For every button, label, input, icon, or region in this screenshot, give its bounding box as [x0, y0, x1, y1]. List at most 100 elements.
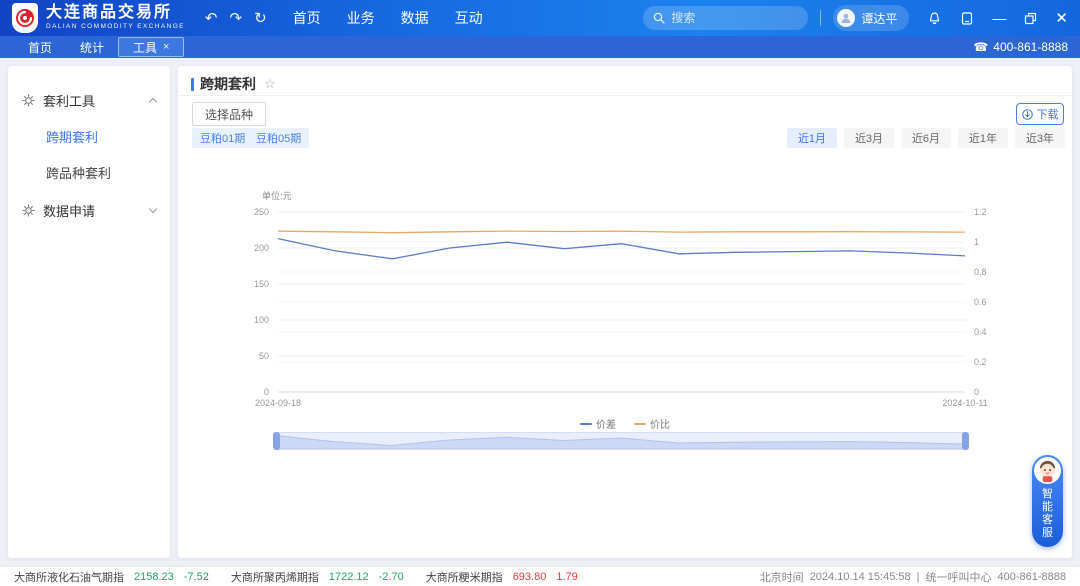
datazoom-handle-right[interactable]: [962, 432, 969, 450]
brand-subtitle: DALIAN COMMODITY EXCHANGE: [46, 24, 185, 31]
restore-icon[interactable]: [1024, 12, 1037, 25]
forward-icon[interactable]: ↷: [229, 9, 242, 27]
x-axis-end-label: 2024-10-11: [942, 398, 987, 408]
sidebar-item-label: 跨期套利: [46, 127, 98, 146]
phone-icon: ☎: [973, 40, 988, 54]
hotline-number: 400-861-8888: [993, 40, 1068, 54]
right-axis-tick: 0.2: [974, 357, 987, 367]
left-axis-tick: 50: [259, 351, 269, 361]
datazoom-slider[interactable]: [275, 432, 967, 450]
gear-icon: [22, 204, 35, 217]
right-axis-tick: 1: [974, 237, 979, 247]
tab-close-icon[interactable]: ×: [163, 41, 169, 53]
refresh-icon[interactable]: ↻: [254, 9, 267, 27]
chevron-down-icon: [149, 205, 157, 213]
beijing-time-value: 2024.10.14 15:45:58: [810, 571, 911, 583]
avatar: [837, 9, 855, 27]
download-button[interactable]: 下载: [1016, 103, 1064, 125]
tab-tools[interactable]: 工具 ×: [118, 37, 184, 57]
sidebar-group-label: 套利工具: [43, 91, 95, 110]
unit-label: 单位:元: [262, 190, 292, 201]
ticker-rice: 大商所粳米期指 693.80 1.79: [426, 569, 578, 585]
status-bar: 大商所液化石油气期指 2158.23 -7.52 大商所聚丙烯期指 1722.1…: [0, 566, 1080, 586]
page-title-row: 跨期套利 ☆: [191, 74, 276, 94]
nav-item-business[interactable]: 业务: [347, 8, 375, 28]
tab-stats[interactable]: 统计: [66, 36, 118, 58]
status-right-info: 北京时间 2024.10.14 15:45:58 | 统一呼叫中心 400-86…: [760, 569, 1066, 585]
ticker-name: 大商所聚丙烯期指: [231, 569, 319, 585]
service-label: 智能客服: [1041, 488, 1055, 540]
select-variety-button[interactable]: 选择品种: [192, 102, 266, 126]
logo-swirl-icon: [15, 8, 35, 28]
ticker-name: 大商所粳米期指: [426, 569, 503, 585]
ticker-price: 693.80: [513, 571, 547, 583]
user-chip[interactable]: 谭达平: [833, 5, 909, 31]
minimize-icon[interactable]: —: [992, 10, 1006, 26]
status-divider: |: [917, 571, 920, 583]
topbar-divider: [820, 10, 821, 26]
favorite-star-icon[interactable]: ☆: [264, 76, 276, 92]
tab-stats-label: 统计: [80, 39, 104, 56]
sidebar-item-inter-commodity[interactable]: 跨品种套利: [8, 162, 170, 182]
tab-bar: 首页 统计 工具 × ☎ 400-861-8888: [0, 36, 1080, 58]
callcenter-label: 统一呼叫中心: [925, 569, 991, 585]
title-accent-bar: [191, 78, 194, 91]
hotline: ☎ 400-861-8888: [973, 40, 1068, 54]
legend-label: 价差: [596, 416, 616, 431]
sidebar-item-label: 跨品种套利: [46, 163, 111, 182]
user-name: 谭达平: [861, 10, 897, 27]
tab-home-label: 首页: [28, 39, 52, 56]
download-label: 下载: [1037, 106, 1059, 122]
top-bar: 大连商品交易所 DALIAN COMMODITY EXCHANGE ↶ ↷ ↻ …: [0, 0, 1080, 36]
legend-dash-spread: [580, 423, 592, 425]
notifications-bell-icon[interactable]: [927, 11, 942, 26]
right-axis-tick: 0.8: [974, 267, 987, 277]
sidebar-group-data-request[interactable]: 数据申请: [8, 200, 170, 220]
main-nav: 首页 业务 数据 互动: [293, 8, 483, 28]
tab-tools-label: 工具: [133, 39, 157, 56]
range-3y-button[interactable]: 近3年: [1015, 128, 1065, 148]
ticker-change: -7.52: [184, 571, 209, 583]
download-icon: [1022, 109, 1033, 120]
left-axis-tick: 150: [254, 279, 269, 289]
chevron-up-icon: [149, 97, 157, 105]
search-box[interactable]: [643, 6, 808, 30]
datazoom-silhouette: [276, 433, 966, 449]
smart-service-widget[interactable]: 智能客服: [1032, 455, 1063, 547]
nav-item-data[interactable]: 数据: [401, 8, 429, 28]
exchange-logo: [12, 3, 38, 33]
history-controls: ↶ ↷ ↻: [205, 9, 267, 27]
range-6m-button[interactable]: 近6月: [901, 128, 951, 148]
legend-dash-ratio: [634, 423, 646, 425]
spread-line-chart: 2502001501005001.210.80.60.40.20单位:元2024…: [178, 180, 1072, 410]
ticker-change: 1.79: [556, 571, 577, 583]
user-icon: [840, 12, 852, 24]
tab-home[interactable]: 首页: [14, 36, 66, 58]
sidebar-group-arbitrage-tools[interactable]: 套利工具: [8, 90, 170, 110]
datazoom-handle-left[interactable]: [273, 432, 280, 450]
legend-item-ratio[interactable]: 价比: [634, 416, 670, 431]
ticker-price: 1722.12: [329, 571, 369, 583]
feedback-panel-icon[interactable]: [960, 11, 974, 26]
sidebar-item-calendar-spread[interactable]: 跨期套利: [8, 126, 170, 146]
range-1y-button[interactable]: 近1年: [958, 128, 1008, 148]
brand-title: 大连商品交易所: [46, 5, 185, 21]
ticker-change: -2.70: [379, 571, 404, 583]
left-axis-tick: 0: [264, 387, 269, 397]
search-input[interactable]: [671, 11, 791, 25]
range-1m-button[interactable]: 近1月: [787, 128, 837, 148]
legend-item-spread[interactable]: 价差: [580, 416, 616, 431]
back-icon[interactable]: ↶: [205, 9, 218, 27]
nav-item-home[interactable]: 首页: [293, 8, 321, 28]
close-icon[interactable]: ✕: [1055, 11, 1068, 26]
contract-tag-m01[interactable]: 豆粕01期: [192, 128, 253, 148]
chart-legend: 价差 价比: [178, 416, 1072, 431]
series-line-价比: [278, 231, 965, 233]
beijing-time-label: 北京时间: [760, 569, 804, 585]
contract-tag-m05[interactable]: 豆粕05期: [248, 128, 309, 148]
nav-item-interact[interactable]: 互动: [455, 8, 483, 28]
range-3m-button[interactable]: 近3月: [844, 128, 894, 148]
sidebar-group-label: 数据申请: [43, 201, 95, 220]
gear-icon: [22, 94, 35, 107]
search-icon: [653, 12, 665, 24]
